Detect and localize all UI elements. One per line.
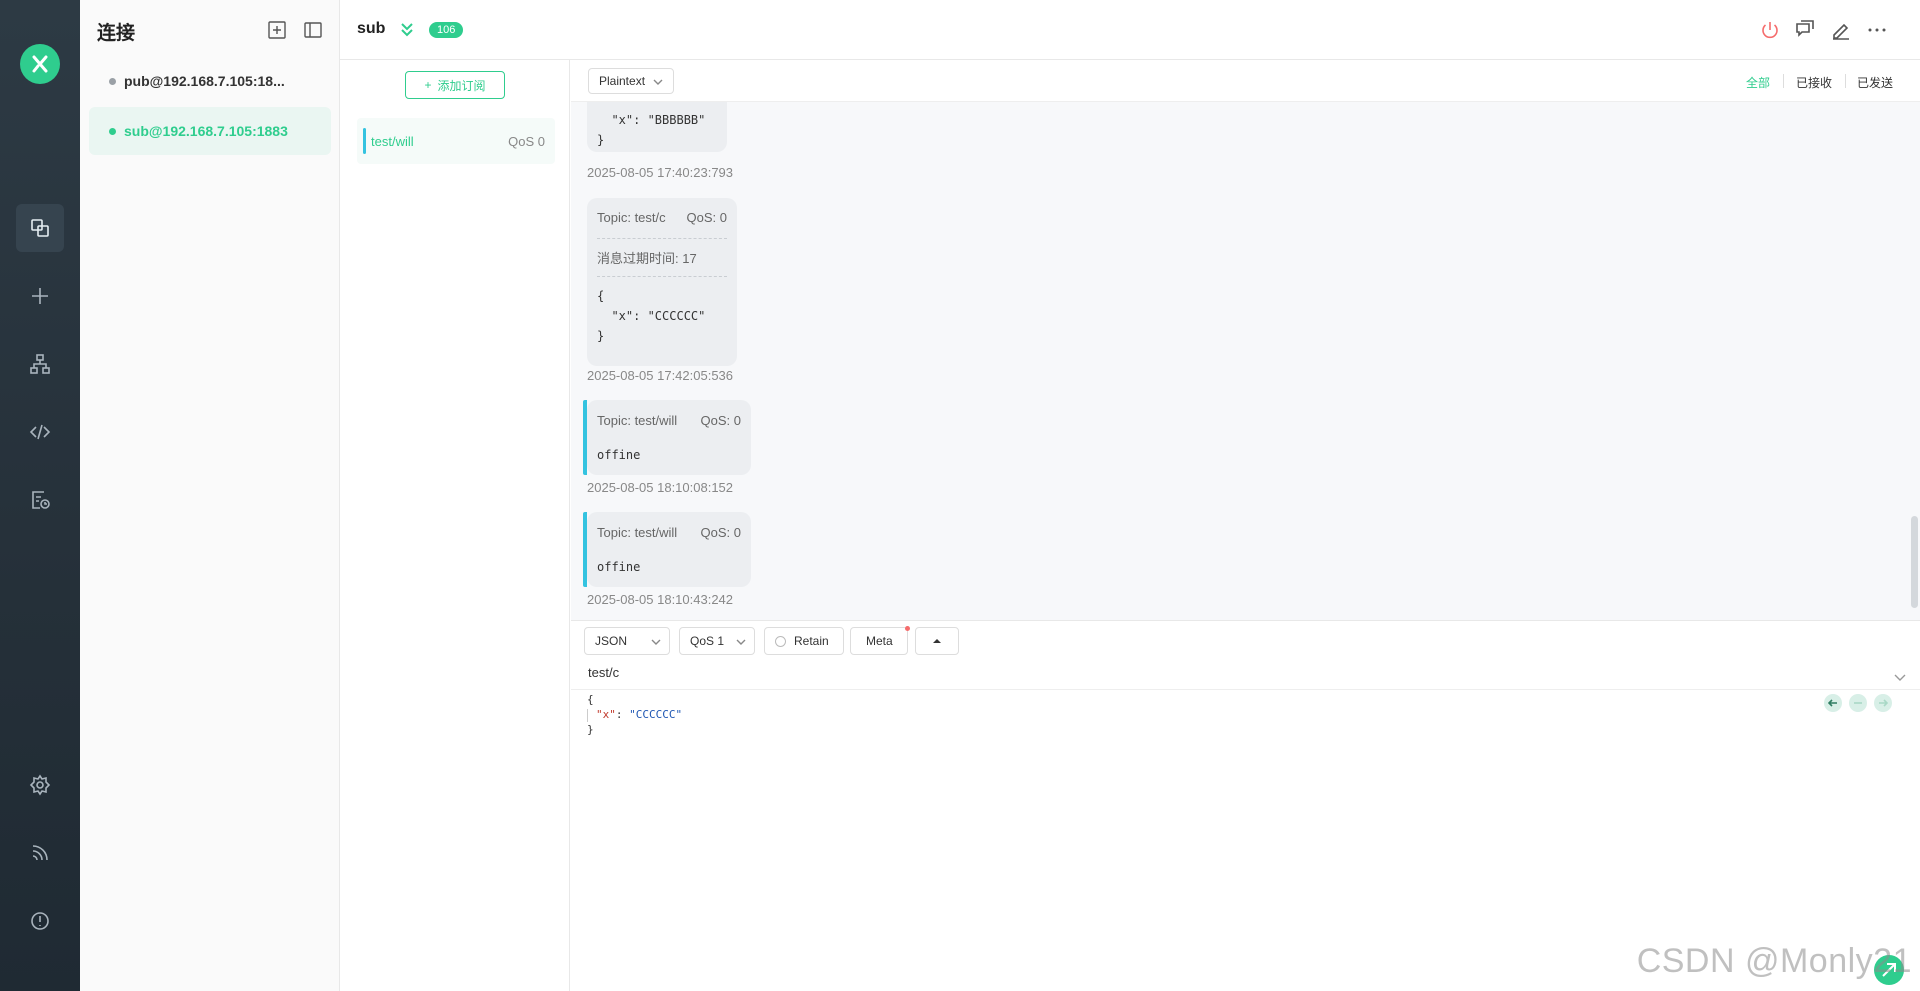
topic-history-chevron-icon[interactable] <box>1894 669 1906 687</box>
feed-icon[interactable] <box>16 829 64 877</box>
message-qos: QoS: 0 <box>686 210 727 225</box>
connection-name: sub <box>357 20 386 37</box>
message-bubble: Topic: test/c QoS: 0 消息过期时间: 17 { "x": "… <box>587 198 737 366</box>
settings-icon[interactable] <box>16 761 64 809</box>
publish-topic-input[interactable]: test/c <box>588 665 619 680</box>
message-expiry: 消息过期时间: 17 <box>597 251 697 266</box>
subscriptions-panel: + 添加订阅 test/will QoS 0 <box>340 60 570 991</box>
message-bubble: Topic: test/will QoS: 0 offine <box>583 400 751 475</box>
filter-divider <box>1845 74 1846 88</box>
expand-publish-button[interactable] <box>915 627 959 655</box>
history-forward-icon[interactable] <box>1874 694 1892 712</box>
meta-button[interactable]: Meta <box>850 627 908 655</box>
new-connection-icon[interactable] <box>16 272 64 320</box>
connections-title: 连接 <box>97 23 136 44</box>
connection-item-sub[interactable]: sub@192.168.7.105:1883 <box>89 107 331 155</box>
message-bubble: "x": "BBBBBB" } <box>587 102 727 152</box>
add-subscription-label: 添加订阅 <box>437 78 486 93</box>
history-back-icon[interactable] <box>1824 694 1842 712</box>
meta-label: Meta <box>866 634 893 648</box>
collapse-chevron-icon[interactable] <box>398 20 416 40</box>
left-rail <box>0 0 80 991</box>
caret-up-icon <box>933 639 941 643</box>
message-payload: offine <box>597 448 641 462</box>
publish-panel: JSON QoS 1 Retain Meta test/c { "x": "CC… <box>571 620 1920 991</box>
script-tree-icon[interactable] <box>16 340 64 388</box>
message-payload: { "x": "CCCCCC" } <box>597 289 706 343</box>
app-window: 连接 pub@192.168.7.105:18... sub@192.168.7… <box>0 0 1920 991</box>
disconnect-icon[interactable] <box>1758 18 1782 42</box>
message-qos: QoS: 0 <box>700 525 741 540</box>
payload-editor[interactable]: { "x": "CCCCCC" } <box>587 692 682 737</box>
code-brace: } <box>587 723 594 736</box>
payload-type-value: Plaintext <box>599 74 646 88</box>
code-value: "CCCCCC" <box>629 708 683 721</box>
message-count-badge: 106 <box>429 22 464 38</box>
filter-received[interactable]: 已接收 <box>1796 74 1832 91</box>
log-icon[interactable] <box>16 476 64 524</box>
subscription-item[interactable]: test/will QoS 0 <box>357 118 555 164</box>
payload-type-select[interactable]: Plaintext <box>588 68 674 94</box>
connections-icon[interactable] <box>16 204 64 252</box>
filter-divider <box>1783 74 1784 88</box>
history-clear-icon[interactable] <box>1849 694 1867 712</box>
plus-icon: + <box>424 78 432 92</box>
retain-toggle[interactable]: Retain <box>764 627 844 655</box>
code-colon: : <box>615 708 630 721</box>
meta-indicator-dot <box>905 626 910 631</box>
chevron-down-icon <box>653 79 663 85</box>
connection-item-pub[interactable]: pub@192.168.7.105:18... <box>89 57 331 105</box>
code-icon[interactable] <box>16 408 64 456</box>
publish-qos-value: QoS 1 <box>690 634 725 648</box>
edit-icon[interactable] <box>1829 18 1853 42</box>
filter-all[interactable]: 全部 <box>1746 74 1770 91</box>
messages-scrollbar[interactable] <box>1911 516 1918 608</box>
message-timestamp: 2025-08-05 18:10:08:152 <box>587 480 734 495</box>
payload-format-select[interactable]: JSON <box>584 627 670 655</box>
message-timestamp: 2025-08-05 18:10:43:242 <box>587 592 734 607</box>
code-brace: { <box>587 693 594 706</box>
logo-icon[interactable] <box>20 44 60 84</box>
subscription-qos: QoS 0 <box>508 133 545 149</box>
connection-header: sub 106 <box>340 0 1920 60</box>
connection-label: sub@192.168.7.105:1883 <box>124 123 288 139</box>
status-dot <box>109 127 116 135</box>
about-icon[interactable] <box>16 897 64 945</box>
chevron-down-icon <box>736 639 746 645</box>
topic-divider <box>571 689 1920 690</box>
message-topic: Topic: test/will <box>597 525 678 540</box>
filter-sent[interactable]: 已发送 <box>1857 74 1893 91</box>
subscription-color-bar <box>583 512 587 587</box>
subscription-topic: test/will <box>371 133 414 149</box>
message-payload: offine <box>597 560 641 574</box>
message-topic: Topic: test/c <box>597 210 666 225</box>
new-connection-square-icon[interactable] <box>267 20 287 40</box>
retain-label: Retain <box>794 634 829 648</box>
retain-radio <box>775 635 786 647</box>
chevron-down-icon <box>651 639 661 645</box>
toggle-sidebar-icon[interactable] <box>303 20 323 40</box>
message-payload: "x": "BBBBBB" } <box>597 113 706 147</box>
new-window-icon[interactable] <box>1793 18 1817 42</box>
message-timestamp: 2025-08-05 17:42:05:536 <box>587 368 734 383</box>
messages-panel: Plaintext 全部 已接收 已发送 "x": "BBBBBB" } 202… <box>571 60 1920 620</box>
payload-format-value: JSON <box>595 634 628 648</box>
watermark: CSDN @Monly21 <box>1636 942 1912 980</box>
publish-qos-select[interactable]: QoS 1 <box>679 627 755 655</box>
message-timestamp: 2025-08-05 17:40:23:793 <box>587 165 734 180</box>
connections-panel: 连接 pub@192.168.7.105:18... sub@192.168.7… <box>80 0 340 991</box>
connection-label: pub@192.168.7.105:18... <box>124 73 285 89</box>
message-bubble: Topic: test/will QoS: 0 offine <box>583 512 751 587</box>
subscription-color-bar <box>363 128 366 154</box>
add-subscription-button[interactable]: + 添加订阅 <box>405 71 505 99</box>
message-toolbar: Plaintext 全部 已接收 已发送 <box>571 60 1920 102</box>
code-key: "x" <box>596 708 616 721</box>
message-qos: QoS: 0 <box>700 413 741 428</box>
status-dot <box>109 77 116 85</box>
subscription-color-bar <box>583 400 587 475</box>
message-topic: Topic: test/will <box>597 413 678 428</box>
more-icon[interactable] <box>1865 18 1889 42</box>
